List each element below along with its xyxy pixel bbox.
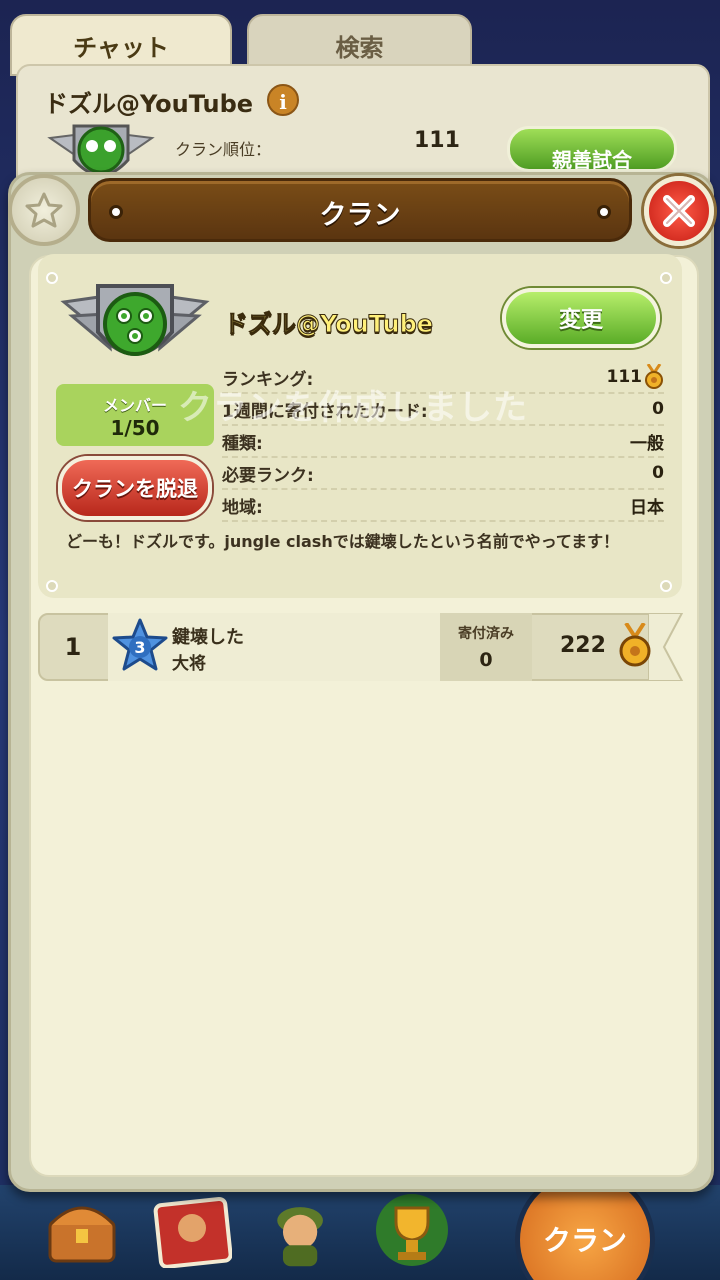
card-corner-dot [46,272,58,284]
info-row-label: 1週間に寄付されたカード: [222,401,428,422]
member-name: 鍵壊した [172,627,244,648]
clan-description: どーも！ドズルです。jungle clashでは鍵壊したという名前でやってます！ [66,532,620,551]
info-row-label: ランキング: [222,369,314,390]
change-button[interactable]: 変更 [502,288,660,348]
background-clan-name: ドズル@YouTube [44,90,254,118]
title-rivet-right [597,205,611,219]
member-rank: 1 [64,633,82,661]
clan-emblem-icon [60,282,210,374]
info-row-label: 種類: [222,433,263,454]
info-row-type: 種類: 一般 [222,426,664,458]
donated-label: 寄付済み [458,626,514,642]
info-row-value: 0 [652,399,664,419]
member-count-box: メンバー 1/50 [56,384,214,446]
info-row-ranking: ランキング: 111 [222,362,664,394]
modal-title-bar: クラン [88,178,632,242]
friendly-match-button[interactable]: 親善試合 [507,126,677,172]
medal-icon [619,623,651,667]
info-row-region: 地域: 日本 [222,490,664,522]
info-row-value: 0 [652,463,664,483]
card-corner-dot [660,272,672,284]
card-corner-dot [46,580,58,592]
member-count: 1/50 [110,416,160,440]
info-icon[interactable]: i [267,84,299,116]
member-donations: 寄付済み 0 [440,613,532,681]
info-row-required-rank: 必要ランク: 0 [222,458,664,490]
cards-icon[interactable] [152,1190,232,1270]
info-row-value: 一般 [630,433,664,454]
info-row-value: 111 [607,364,665,390]
close-icon [663,195,695,227]
leave-clan-button[interactable]: クランを脱退 [58,456,212,520]
medal-icon [645,364,663,389]
member-list-row[interactable]: 1 3 鍵壊した 大将 寄付済み 0 222 [38,613,684,681]
member-title: 大将 [172,654,206,674]
member-label: メンバー [102,396,167,415]
modal-title: クラン [319,200,401,231]
card-corner-dot [660,580,672,592]
treasure-chest-icon[interactable] [42,1190,122,1270]
member-score: 222 [560,633,606,658]
soldier-icon[interactable] [262,1190,342,1270]
info-row-value: 日本 [630,497,664,518]
clan-name: ドズル@YouTube [223,310,434,339]
trophy-icon[interactable] [372,1190,452,1270]
background-clan-emblem-icon [42,120,160,176]
background-rank-label: クラン順位： [175,140,272,159]
row-arrow-icon [648,613,684,681]
donated-value: 0 [479,649,493,671]
info-row-label: 地域: [222,497,263,518]
info-row-weekly-donations: 1週間に寄付されたカード: 0 [222,394,664,426]
close-button[interactable] [644,176,714,246]
info-row-label: 必要ランク: [222,465,314,486]
star-icon[interactable] [8,174,80,246]
background-rank-value: 111 [414,128,460,153]
member-level: 3 [134,638,145,657]
level-star-icon: 3 [112,618,168,671]
